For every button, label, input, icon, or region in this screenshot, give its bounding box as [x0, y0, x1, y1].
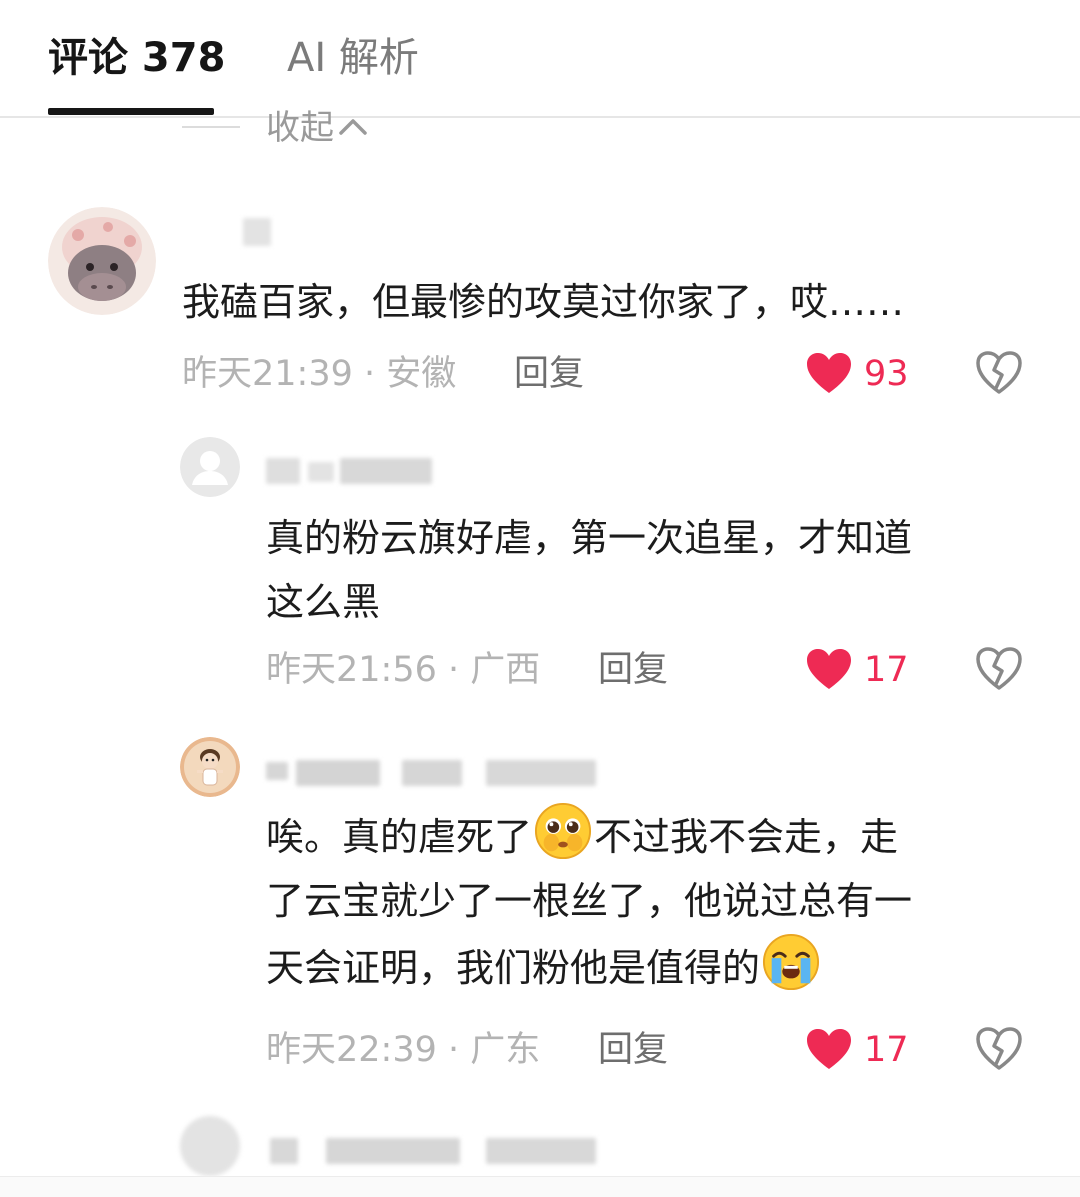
comment-text-segment: 唉。真的虐死了 — [266, 815, 533, 859]
comment-text-segment: 天会证明，我们粉他是值得的 — [266, 946, 761, 990]
hippo-avatar-icon — [48, 207, 156, 315]
avatar[interactable] — [48, 207, 156, 315]
comment-text-line: 这么黑 — [266, 580, 381, 624]
comment-meta: 昨天21:56 · 广西 — [266, 650, 541, 690]
default-user-icon — [180, 437, 240, 497]
broken-heart-icon[interactable] — [975, 350, 1023, 396]
heart-filled-icon — [807, 353, 851, 393]
comment-meta: 昨天22:39 · 广东 — [266, 1030, 541, 1070]
like-button[interactable]: 93 — [806, 352, 916, 396]
avatar[interactable] — [180, 437, 240, 497]
cartoon-child-avatar-icon — [180, 737, 240, 797]
broken-heart-icon[interactable] — [975, 646, 1023, 692]
comment-text-line: 真的粉云旗好虐，第一次追星，才知道 — [266, 516, 913, 560]
comment-text: 我磕百家，但最惨的攻莫过你家了，哎…… — [182, 270, 904, 334]
comment-text-line: 我磕百家，但最惨的攻莫过你家了，哎…… — [182, 280, 905, 324]
like-count: 17 — [864, 1030, 909, 1070]
like-button[interactable]: 17 — [806, 1028, 916, 1072]
active-tab-indicator — [48, 108, 214, 115]
comment-text-segment: 不过我不会走，走 — [594, 815, 899, 859]
chevron-up-icon — [339, 119, 367, 135]
avatar[interactable] — [180, 1116, 240, 1176]
like-count: 93 — [864, 354, 909, 394]
comment-text-line: 了云宝就少了一根丝了，他说过总有一 — [266, 879, 913, 923]
comment-text: 唉。真的虐死了 不过我不会走，走 了云宝就少了一根丝了，他说过总有一 天会证明，… — [266, 802, 1046, 1000]
like-count: 17 — [864, 650, 909, 690]
comment-text: 真的粉云旗好虐，第一次追星，才知道 这么黑 — [266, 506, 912, 634]
tab-ai-analysis[interactable]: AI 解析 — [287, 30, 419, 86]
collapse-divider — [182, 126, 240, 128]
comment-meta: 昨天21:39 · 安徽 — [182, 354, 457, 394]
loudly-crying-face-emoji-icon — [762, 933, 820, 991]
avatar[interactable] — [180, 737, 240, 797]
reply-button[interactable]: 回复 — [514, 352, 584, 396]
collapse-label: 收起 — [266, 108, 334, 148]
comment-tabs: 评论 378 AI 解析 — [0, 0, 1080, 118]
pleading-face-emoji-icon — [534, 802, 592, 860]
heart-filled-icon — [807, 1029, 851, 1069]
bottom-divider — [0, 1176, 1080, 1197]
comment-text-line: 天会证明，我们粉他是值得的 — [266, 933, 1046, 1000]
heart-filled-icon — [807, 649, 851, 689]
like-button[interactable]: 17 — [806, 648, 916, 692]
reply-button[interactable]: 回复 — [598, 648, 668, 692]
broken-heart-icon[interactable] — [975, 1026, 1023, 1072]
reply-button[interactable]: 回复 — [598, 1028, 668, 1072]
tab-comments[interactable]: 评论 378 — [48, 30, 225, 86]
comment-text-line: 唉。真的虐死了 不过我不会走，走 — [266, 802, 1046, 869]
